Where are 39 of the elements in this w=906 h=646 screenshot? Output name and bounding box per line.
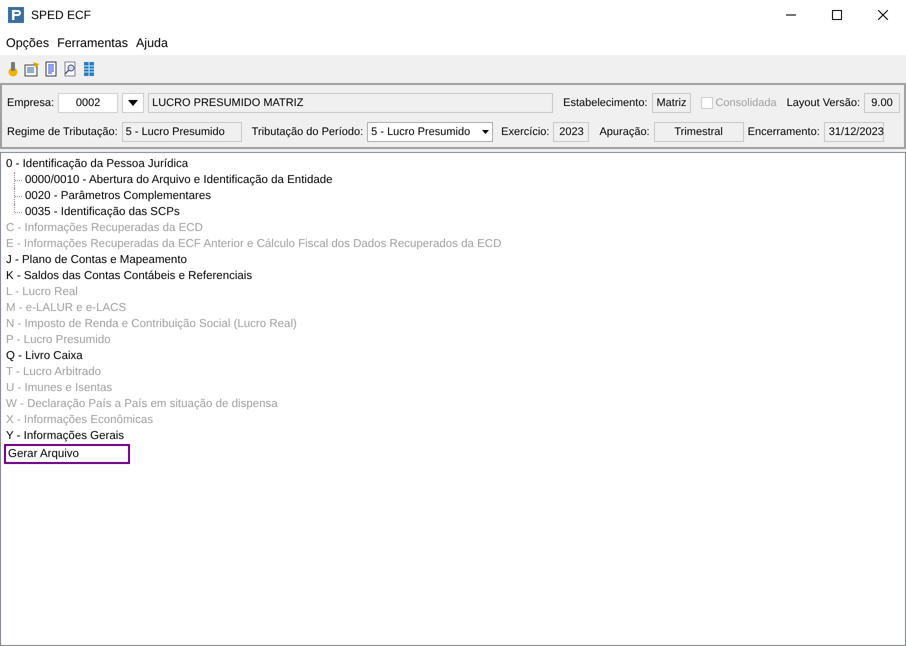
- tree-item[interactable]: 0000/0010 - Abertura do Arquivo e Identificação da Entidade: [23, 173, 335, 187]
- tree-item[interactable]: 0020 - Parâmetros Complementares: [23, 189, 213, 203]
- checkbox-label: Consolidada: [715, 96, 777, 108]
- company-code-field[interactable]: 0002: [58, 92, 118, 112]
- field-label: Exercício:: [501, 126, 550, 138]
- settings-icon[interactable]: [24, 60, 40, 76]
- caret-icon: [482, 130, 490, 134]
- field-label: Regime de Tributação:: [7, 126, 118, 138]
- tax-regime-field: 5 - Lucro Presumido: [122, 122, 242, 142]
- closing-date-field: 31/12/2023: [824, 122, 884, 142]
- document-icon[interactable]: [43, 60, 59, 76]
- menu-item[interactable]: Opções: [2, 36, 54, 50]
- app-logo-icon: [8, 7, 24, 23]
- tree-item[interactable]: Q - Livro Caixa: [4, 349, 85, 363]
- layout-version-field: 9.00: [864, 92, 900, 112]
- field-label: Empresa:: [7, 96, 54, 108]
- field-label: Tributação do Período:: [252, 126, 364, 138]
- menu-item[interactable]: Ajuda: [132, 36, 172, 50]
- tree-item[interactable]: Gerar Arquivo: [4, 444, 130, 464]
- tree-item[interactable]: 0 - Identificação da Pessoa Jurídica: [4, 157, 190, 171]
- tree-item[interactable]: K - Saldos das Contas Contábeis e Referenciais: [4, 269, 254, 283]
- fiscal-year-field: 2023: [553, 122, 590, 142]
- field-label: Layout Versão:: [786, 96, 860, 108]
- company-name-field[interactable]: LUCRO PRESUMIDO MATRIZ: [148, 92, 554, 112]
- tree-item[interactable]: 0035 - Identificação das SCPs: [23, 205, 182, 219]
- menu-item[interactable]: Ferramentas: [53, 36, 132, 50]
- field-label: Encerramento:: [748, 126, 820, 138]
- magnifier-icon[interactable]: [62, 60, 78, 76]
- establishment-field: Matriz: [652, 92, 692, 112]
- period-tax-dropdown[interactable]: 5 - Lucro Presumido: [367, 122, 494, 142]
- calculation-period-field: Trimestral: [654, 122, 744, 142]
- window-title: SPED ECF: [31, 8, 92, 22]
- tree-item[interactable]: Y - Informações Gerais: [4, 429, 126, 443]
- tree-item[interactable]: J - Plano de Contas e Mapeamento: [4, 253, 189, 267]
- caret-icon: [128, 100, 138, 106]
- dropdown-button[interactable]: [122, 92, 144, 112]
- field-label: Estabelecimento:: [563, 96, 648, 108]
- table-icon[interactable]: [81, 60, 97, 76]
- field-label: Apuração:: [599, 126, 650, 138]
